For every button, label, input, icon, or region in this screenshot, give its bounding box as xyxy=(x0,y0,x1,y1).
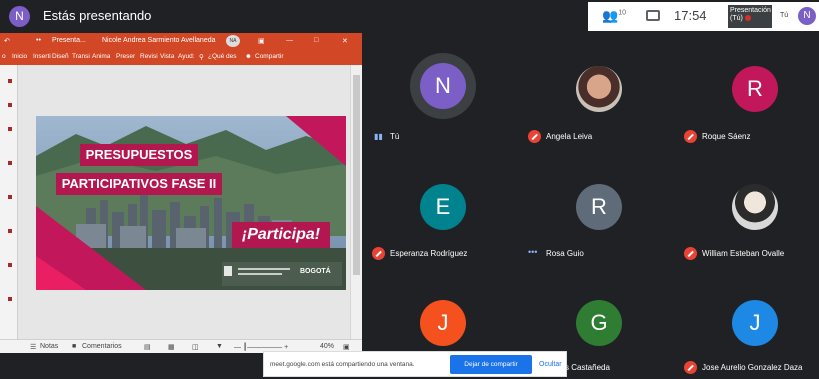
tab-diseno[interactable]: Diseñ xyxy=(52,53,69,60)
shared-window: ↶ •• Presenta... Nicole Andrea Sarmiento… xyxy=(0,33,362,353)
participant-photo xyxy=(576,66,622,112)
slideshow-icon[interactable]: ▼ xyxy=(216,343,223,350)
chat-icon[interactable] xyxy=(646,10,660,21)
tell-me-search[interactable]: ¿Qué des xyxy=(208,53,237,60)
top-bar: N Estás presentando 👥10 17:54 Presentaci… xyxy=(0,0,819,33)
zoom-level[interactable]: 40% xyxy=(320,343,334,350)
presenting-title: Estás presentando xyxy=(43,8,152,23)
top-bar-controls: 👥10 17:54 Presentación (Tú) Tú N xyxy=(588,2,819,31)
fit-slide-icon[interactable]: ▣ xyxy=(343,343,350,351)
participant-name: Angela Leiva xyxy=(546,132,593,141)
mic-off-icon xyxy=(744,15,751,22)
ppt-author: Nicole Andrea Sarmiento Avellaneda xyxy=(102,37,216,44)
participant-avatar: N xyxy=(420,63,466,109)
share-person-icon: ☻ xyxy=(245,53,252,60)
stop-sharing-button[interactable]: Dejar de compartir xyxy=(450,355,532,374)
slide-entity-text-2 xyxy=(238,273,282,275)
comments-icon: ■ xyxy=(72,343,77,350)
participant-name: Roque Sáenz xyxy=(702,132,751,141)
participant-photo xyxy=(732,184,778,230)
hide-button[interactable]: Ocultar xyxy=(539,361,562,368)
slide-background xyxy=(36,116,346,290)
slide-logo: BOGOTÁ xyxy=(300,268,331,275)
ppt-quick-icon: •• xyxy=(36,37,41,44)
tab-insertar[interactable]: Inserti xyxy=(33,53,51,60)
participant-avatar: E xyxy=(420,184,466,230)
slide-seal-icon xyxy=(224,266,232,276)
zoom-slider[interactable]: — ┃————— + xyxy=(234,343,288,351)
notes-button[interactable]: Notas xyxy=(40,343,58,350)
close-icon[interactable]: ✕ xyxy=(342,37,348,45)
clock-time: 17:54 xyxy=(674,8,707,23)
presentation-slide: PRESUPUESTOS PARTICIPATIVOS FASE II ¡Par… xyxy=(36,116,346,290)
ppt-author-initials[interactable]: NA xyxy=(226,35,240,47)
participant-grid: N ▮▮ Tú Angela Leiva R Roque Sáenz E Esp… xyxy=(362,33,819,353)
user-avatar[interactable]: N xyxy=(798,7,816,25)
tab-revisar[interactable]: Revisi xyxy=(140,53,158,60)
participant-name: Rosa Guio xyxy=(546,249,584,258)
tab-ayuda[interactable]: Ayud: xyxy=(178,53,195,60)
participant-name: Tú xyxy=(390,132,400,141)
ribbon-display-icon[interactable]: ▣ xyxy=(258,37,265,45)
slide-heading-line1: PRESUPUESTOS xyxy=(80,144,198,166)
mic-off-icon xyxy=(684,361,697,374)
ppt-share-button[interactable]: Compartir xyxy=(255,53,284,60)
slide-cta: ¡Participa! xyxy=(232,222,330,248)
self-label: Tú xyxy=(780,12,789,19)
participant-name: William Esteban Ovalle xyxy=(702,249,785,258)
file-tab[interactable]: o xyxy=(2,53,6,60)
powerpoint-ribbon: o Inicio Inserti Diseñ Transi Anima Pres… xyxy=(0,50,362,65)
ppt-filename: Presenta... xyxy=(52,37,86,44)
reading-view-icon[interactable]: ◫ xyxy=(192,343,199,351)
minimize-icon[interactable]: — xyxy=(286,37,293,44)
people-icon: 👥 xyxy=(602,8,619,23)
tab-vista[interactable]: Vista xyxy=(160,53,174,60)
presentation-thumbnail[interactable]: Presentación (Tú) xyxy=(728,5,772,28)
mic-off-icon xyxy=(528,130,541,143)
slide-heading-line2: PARTICIPATIVOS FASE II xyxy=(56,173,222,195)
participant-avatar: R xyxy=(576,184,622,230)
people-button[interactable]: 👥10 xyxy=(602,8,628,26)
tab-transiciones[interactable]: Transi xyxy=(72,53,90,60)
notes-icon: ☰ xyxy=(30,344,37,351)
normal-view-icon[interactable]: ▤ xyxy=(144,343,151,351)
comments-button[interactable]: Comentarios xyxy=(82,343,122,350)
participant-name: Jose Aurelio Gonzalez Daza xyxy=(702,363,803,372)
more-options-icon[interactable]: ••• xyxy=(528,247,537,257)
sharing-notification: meet.google.com está compartiendo una ve… xyxy=(263,351,567,377)
presenter-avatar: N xyxy=(9,6,30,27)
vertical-scrollbar[interactable] xyxy=(350,65,362,339)
slide-thumbnails-panel[interactable] xyxy=(0,65,18,339)
participant-avatar: J xyxy=(420,300,466,346)
participant-avatar: J xyxy=(732,300,778,346)
mic-off-icon xyxy=(684,130,697,143)
tab-animaciones[interactable]: Anima xyxy=(92,53,110,60)
undo-icon[interactable]: ↶ xyxy=(4,37,10,45)
tab-presentacion[interactable]: Preser xyxy=(116,53,135,60)
participant-avatar: R xyxy=(732,66,778,112)
sharing-message: meet.google.com está compartiendo una ve… xyxy=(270,361,415,368)
mic-off-icon xyxy=(684,247,697,260)
slide-entity-text xyxy=(238,268,290,270)
tab-inicio[interactable]: Inicio xyxy=(12,53,27,60)
meet-window: N Estás presentando 👥10 17:54 Presentaci… xyxy=(0,0,819,379)
maximize-icon[interactable]: □ xyxy=(314,37,318,44)
mic-off-icon xyxy=(372,247,385,260)
participant-count: 10 xyxy=(618,9,626,17)
participant-name: s Castañeda xyxy=(565,363,610,372)
participant-name: Esperanza Rodríguez xyxy=(390,249,468,258)
sorter-view-icon[interactable]: ▦ xyxy=(168,343,175,351)
lightbulb-icon: ⚲ xyxy=(199,54,204,61)
speaking-icon: ▮▮ xyxy=(374,132,383,141)
participant-avatar: G xyxy=(576,300,622,346)
powerpoint-titlebar: ↶ •• Presenta... Nicole Andrea Sarmiento… xyxy=(0,33,362,50)
